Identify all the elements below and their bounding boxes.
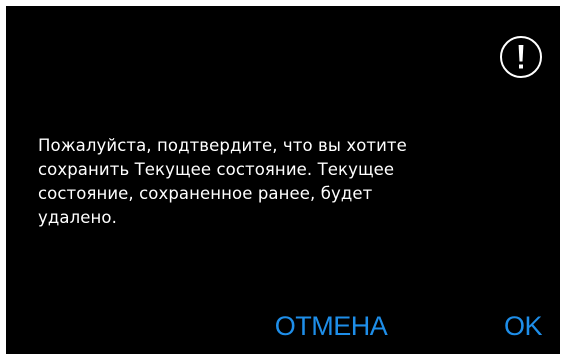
ok-button[interactable]: OK (498, 306, 548, 346)
alert-exclamation-icon (500, 36, 542, 78)
confirm-dialog: Пожалуйста, подтвердите, что вы хотите с… (6, 6, 560, 354)
confirm-message: Пожалуйста, подтвердите, что вы хотите с… (38, 136, 407, 227)
cancel-button[interactable]: ОТМЕНА (261, 306, 401, 346)
exclamation-mark-glyph (518, 45, 524, 69)
